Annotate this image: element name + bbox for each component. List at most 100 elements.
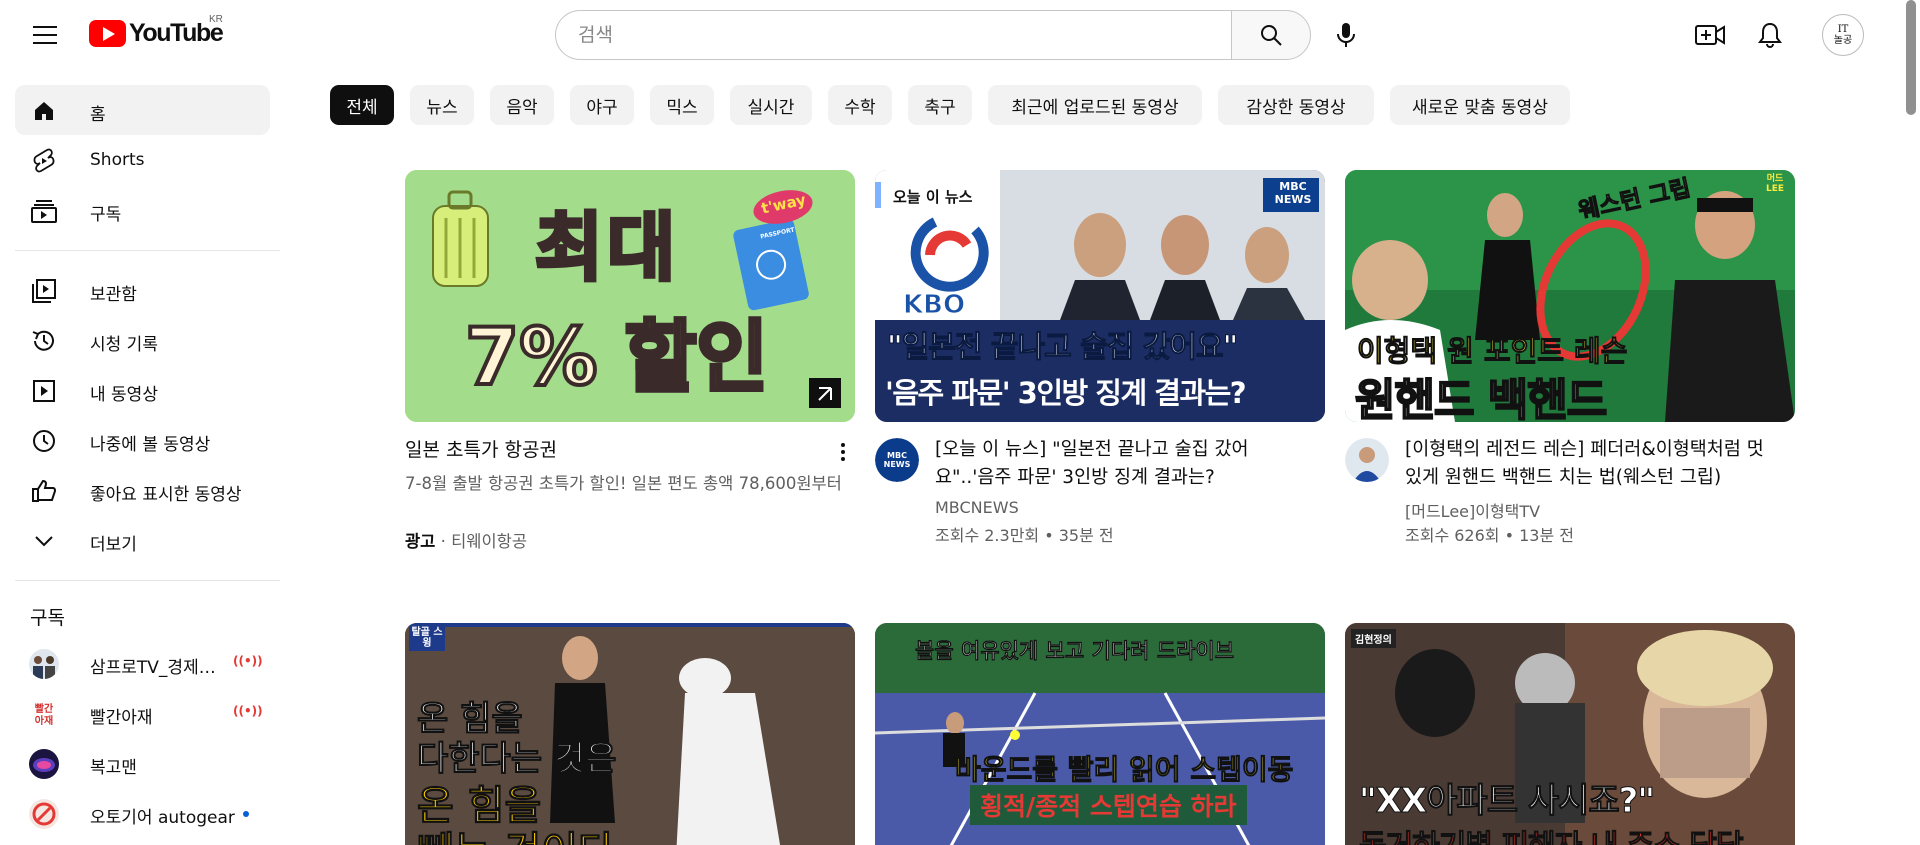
chip-recently-uploaded[interactable]: 최근에 업로드된 동영상 [988,85,1202,125]
search-input[interactable] [555,10,1231,60]
subscription-label: 빨간아재 [90,708,153,728]
chevron-down-icon [31,528,57,554]
video-metadata: 조회수 626회 • 13분 전 [1405,526,1574,545]
video-title[interactable]: [오늘 이 뉴스] "일본전 끝나고 술집 갔어요"..'음주 파문' 3인방 … [935,436,1307,492]
create-button[interactable] [1688,14,1732,56]
chip-watched[interactable]: 감상한 동영상 [1218,85,1374,125]
avatar-line2: 놀공 [1833,35,1853,46]
channel-name[interactable]: MBCNEWS [935,498,1019,517]
video-card: 볼을 여유있게 보고 기다려 드라이브 바운드를 빨리 읽어 스텝이동 횡적/종… [875,623,1325,845]
channel-name[interactable]: [머드Lee]이형택TV [1405,498,1540,522]
chip-mix[interactable]: 믹스 [650,85,714,125]
video-thumb-line2: 횡적/종적 스텝연습 하라 [970,785,1247,825]
sidebar-item-subscriptions[interactable]: 구독 [15,185,270,235]
clock-icon [31,428,57,454]
new-content-dot [243,811,249,817]
ad-card: 최대 7% 할인 t'way PASSPORT 일본 초특가 항공권 7-8월 … [405,170,855,570]
chip-music[interactable]: 음악 [490,85,554,125]
subscription-item[interactable]: 삼프로TV_경제의신과함께 ((•)) [15,638,270,688]
sidebar-show-more[interactable]: 더보기 [15,515,270,565]
chip-baseball[interactable]: 야구 [570,85,634,125]
search-button[interactable] [1231,10,1311,60]
video-thumb-corner: 탈골 스윙 [409,625,445,651]
video-thumb-line2: 원핸드 백핸드 [1354,374,1608,422]
video-thumbnail[interactable]: 오늘 이 뉴스 MBC NEWS KBO "일본전 끝나고 술집 갔어요" '음… [875,170,1325,422]
sidebar-item-label: 나중에 볼 동영상 [90,435,211,455]
sidebar-item-label: 보관함 [90,285,137,305]
sidebar-item-label: Shorts [90,150,145,170]
chip-new-to-you[interactable]: 새로운 맞춤 동영상 [1390,85,1570,125]
youtube-play-icon [89,20,126,47]
video-card: 머드 LEE 웨스턴 그립 이형택 원 포인트 레슨 원핸드 백핸드 [이형택의… [1345,170,1795,570]
video-thumb-corner: 김현정의 [1351,629,1396,648]
video-thumb-top: 볼을 여유있게 보고 기다려 드라이브 [915,639,1235,664]
subscription-label: 오토기어 autogear [90,808,235,828]
ad-thumb-line1: 최대 [533,203,680,293]
history-icon [31,328,57,354]
svg-text:아재: 아재 [35,714,53,727]
avatar-line1: IT [1837,24,1849,35]
video-thumb-logo: MBC NEWS [1274,180,1312,206]
subscription-item[interactable]: 오토기어 autogear [15,788,270,838]
video-thumbnail[interactable]: 머드 LEE 웨스턴 그립 이형택 원 포인트 레슨 원핸드 백핸드 [1345,170,1795,422]
live-broadcast-icon: ((•)) [233,654,263,668]
guide-menu-button[interactable] [26,18,64,52]
sidebar-item-label: 내 동영상 [90,385,158,405]
sidebar-item-watch-later[interactable]: 나중에 볼 동영상 [15,415,270,465]
video-thumb-line1: 바운드를 빨리 읽어 스텝이동 [954,753,1294,787]
subscription-item[interactable]: 빨간 아재 빨간아재 ((•)) [15,688,270,738]
sidebar-item-liked-videos[interactable]: 좋아요 표시한 동영상 [15,465,270,515]
video-thumb-tag: 오늘 이 뉴스 [887,184,979,209]
ad-title[interactable]: 일본 초특가 항공권 [405,436,557,464]
sidebar-item-history[interactable]: 시청 기록 [15,315,270,365]
ad-advertiser[interactable]: 티웨이항공 [451,532,527,551]
video-thumb-line2: '음주 파문' 3인방 징계 결과는? [885,376,1247,410]
your-videos-icon [31,378,57,404]
sidebar-item-label: 더보기 [90,535,137,555]
chip-math[interactable]: 수학 [828,85,892,125]
chip-news[interactable]: 뉴스 [410,85,474,125]
channel-avatar[interactable] [1345,438,1389,482]
sidebar-item-label: 구독 [90,205,122,225]
voice-search-button[interactable] [1323,12,1369,58]
subscriptions-icon [31,198,57,224]
ad-thumb-line2: 7% 할인 [463,311,770,405]
sidebar-item-library[interactable]: 보관함 [15,265,270,315]
sidebar-divider [15,250,280,251]
video-card: 탈골 스윙 온 힘을 다한다는 것은 온 힘을 빼는 것이다 [405,623,855,845]
chip-live[interactable]: 실시간 [730,85,812,125]
video-thumb-line4: 빼는 것이다 [417,819,616,845]
video-thumb-corner: 머드 LEE [1765,174,1785,194]
hamburger-menu-icon [33,26,57,44]
ad-separator: · [440,532,446,551]
ad-thumbnail[interactable]: 최대 7% 할인 t'way PASSPORT [405,170,855,422]
guide-sidebar: 홈 Shorts 구독 보관함 시청 기록 내 동영상 나중에 볼 동영상 좋아… [0,70,280,845]
ad-more-options-button[interactable] [831,438,855,466]
chip-soccer[interactable]: 축구 [908,85,972,125]
notifications-button[interactable] [1748,14,1792,56]
subscription-item[interactable]: 복고맨 [15,738,270,788]
channel-avatar[interactable]: MBC NEWS [875,438,919,482]
video-thumbnail[interactable]: 김현정의 "XX아파트 사시죠?" 동거하기별 피해자 내 주소 닫닫 [1345,623,1795,845]
ad-description: 7-8월 출발 항공권 초특가 할인! 일본 편도 총액 78,600원부터 [405,474,842,493]
channel-avatar [29,749,59,779]
masthead: YouTube KR IT 놀공 [0,0,1920,70]
video-thumb-line1: "일본전 끝나고 술집 갔어요" [886,330,1238,366]
account-avatar[interactable]: IT 놀공 [1822,14,1864,56]
video-title[interactable]: [이형택의 레전드 레슨] 페더러&이형택처럼 멋있게 원핸드 백핸드 치는 법… [1405,436,1777,492]
sidebar-item-your-videos[interactable]: 내 동영상 [15,365,270,415]
ad-label: 광고 [405,532,436,551]
video-thumb-kbo: KBO [902,290,966,321]
youtube-logo[interactable]: YouTube KR [89,14,224,48]
sidebar-item-home[interactable]: 홈 [15,85,270,135]
video-metadata: 조회수 2.3만회 • 35분 전 [935,526,1114,545]
sidebar-item-shorts[interactable]: Shorts [15,135,270,185]
video-thumbnail[interactable]: 볼을 여유있게 보고 기다려 드라이브 바운드를 빨리 읽어 스텝이동 횡적/종… [875,623,1325,845]
channel-avatar-text: MBC NEWS [883,451,911,469]
video-thumb-line2: 동거하기별 피해자 내 주소 닫닫 [1359,821,1745,845]
chip-all[interactable]: 전체 [330,85,394,125]
page-scrollbar-thumb[interactable] [1906,0,1916,115]
live-broadcast-icon: ((•)) [233,704,263,718]
video-thumbnail[interactable]: 탈골 스윙 온 힘을 다한다는 것은 온 힘을 빼는 것이다 [405,623,855,845]
microphone-icon [1337,23,1355,47]
